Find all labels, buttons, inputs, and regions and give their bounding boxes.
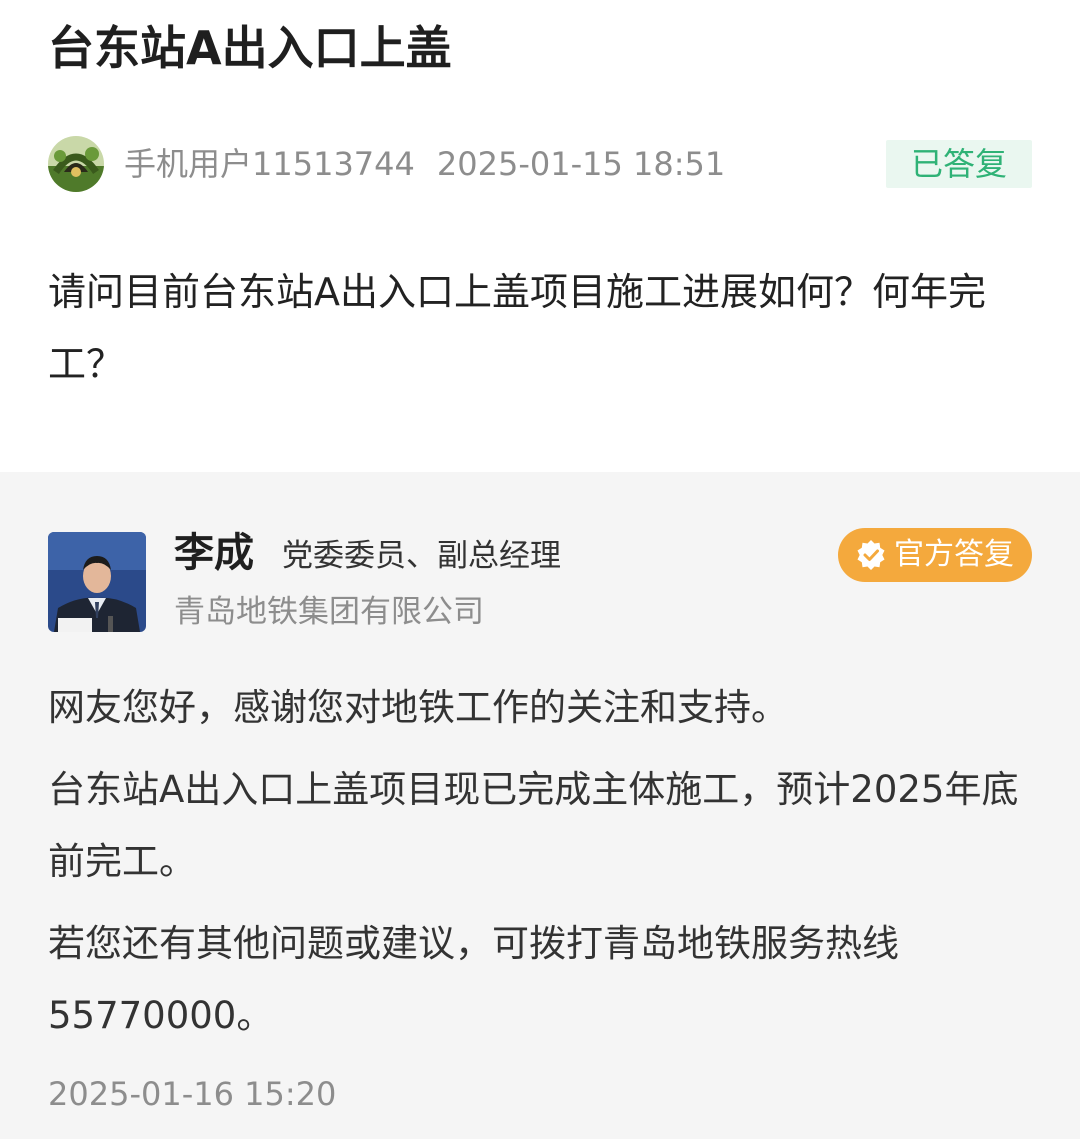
official-reply-badge: 官方答复 — [838, 528, 1032, 582]
question-title: 台东站A出入口上盖 — [48, 21, 452, 75]
responder-organization: 青岛地铁集团有限公司 — [174, 594, 484, 630]
official-reply-label: 官方答复 — [894, 537, 1014, 572]
question-body: 请问目前台东站A出入口上盖项目施工进展如何？何年完工？ — [48, 270, 986, 386]
answer-paragraph: 网友您好，感谢您对地铁工作的关注和支持。 — [48, 686, 788, 729]
answer-paragraph: 若您还有其他问题或建议，可拨打青岛地铁服务热线55770000。 — [48, 922, 899, 1037]
garden-avatar-icon — [48, 136, 104, 192]
responder-name: 李成 — [174, 530, 254, 576]
answer-timestamp: 2025-01-16 15:20 — [48, 1075, 337, 1113]
answer-paragraph: 台东站A出入口上盖项目现已完成主体施工，预计2025年底前完工。 — [48, 768, 1019, 883]
question-section: 台东站A出入口上盖 手机用户11513744 2025-01-15 18:51 已… — [0, 0, 1080, 472]
answer-body: 网友您好，感谢您对地铁工作的关注和支持。 台东站A出入口上盖项目现已完成主体施工… — [48, 672, 1038, 1062]
question-timestamp: 2025-01-15 18:51 — [436, 145, 726, 183]
responder-title: 党委委员、副总经理 — [282, 538, 561, 574]
asker-meta: 手机用户11513744 2025-01-15 18:51 — [124, 142, 725, 186]
status-badge: 已答复 — [886, 140, 1032, 188]
asker-name[interactable]: 手机用户11513744 — [124, 145, 415, 183]
verified-check-icon — [857, 540, 885, 570]
asker-avatar[interactable] — [48, 136, 104, 192]
responder-photo[interactable] — [48, 532, 146, 632]
answer-section: 李成 党委委员、副总经理 青岛地铁集团有限公司 官方答复 网友您好，感谢您对地铁… — [0, 472, 1080, 1139]
